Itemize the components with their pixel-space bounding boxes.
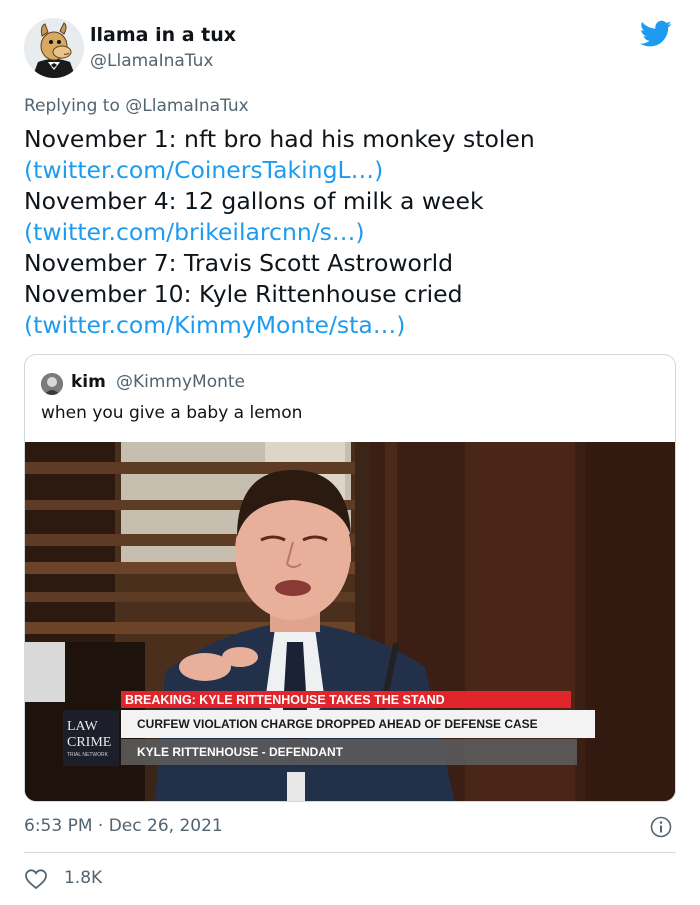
like-count: 1.8K — [64, 868, 103, 888]
tweet-line: November 7: Travis Scott Astroworld — [24, 249, 454, 277]
quote-avatar[interactable] — [41, 373, 63, 395]
quote-video-still[interactable]: BREAKING: KYLE RITTENHOUSE TAKES THE STA… — [25, 442, 676, 802]
llama-avatar-image — [24, 18, 84, 78]
quote-display-name[interactable]: kim — [71, 372, 106, 392]
tweet-link[interactable]: (twitter.com/KimmyMonte/sta…) — [24, 310, 676, 341]
divider — [24, 852, 676, 853]
twitter-bird-icon[interactable] — [640, 20, 672, 48]
reply-prefix: Replying to — [24, 96, 120, 116]
reply-mention-link[interactable]: @LlamaInaTux — [125, 96, 248, 116]
network-logo-line2: CRIME — [67, 735, 111, 750]
tweet-line: November 10: Kyle Rittenhouse cried — [24, 280, 463, 308]
tweet-line: November 1: nft bro had his monkey stole… — [24, 125, 535, 153]
quote-avatar-image — [41, 373, 63, 395]
chyron-headline: CURFEW VIOLATION CHARGE DROPPED AHEAD OF… — [137, 717, 538, 731]
chyron-name: KYLE RITTENHOUSE - DEFENDANT — [137, 745, 344, 759]
reply-context: Replying to @LlamaInaTux — [24, 96, 249, 116]
heart-icon[interactable] — [24, 868, 48, 890]
tweet-line: November 4: 12 gallons of milk a week — [24, 187, 484, 215]
user-handle[interactable]: @LlamaInaTux — [90, 51, 213, 71]
network-logo-line1: LAW — [67, 719, 99, 734]
tweet-timestamp[interactable]: 6:53 PM · Dec 26, 2021 — [24, 816, 223, 836]
tweet-header: llama in a tux @LlamaInaTux — [24, 18, 676, 80]
tweet-link[interactable]: (twitter.com/CoinersTakingL…) — [24, 155, 676, 186]
quote-text: when you give a baby a lemon — [41, 403, 303, 423]
network-logo-line3: TRIAL NETWORK — [67, 752, 109, 758]
quoted-tweet[interactable]: kim @KimmyMonte when you give a baby a l… — [24, 354, 676, 802]
avatar[interactable] — [24, 18, 84, 78]
tweet-text: November 1: nft bro had his monkey stole… — [24, 124, 676, 341]
chyron-breaking: BREAKING: KYLE RITTENHOUSE TAKES THE STA… — [125, 693, 445, 707]
tweet-link[interactable]: (twitter.com/brikeilarcnn/s…) — [24, 217, 676, 248]
display-name[interactable]: llama in a tux — [90, 24, 236, 46]
info-icon[interactable] — [650, 816, 672, 838]
quote-handle[interactable]: @KimmyMonte — [116, 372, 245, 392]
